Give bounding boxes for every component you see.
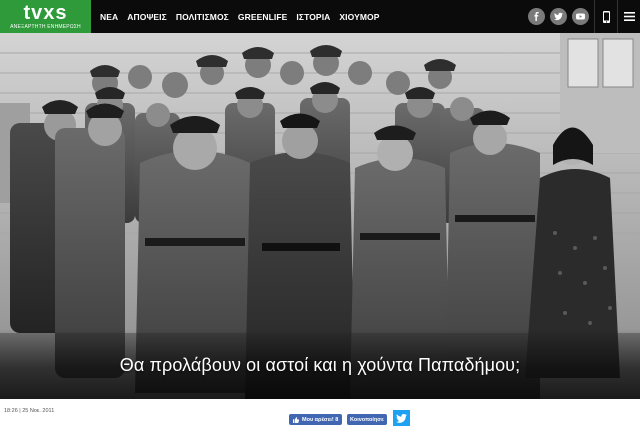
nav-item-opinions[interactable]: ΑΠΟΨΕΙΣ xyxy=(127,12,167,22)
logo-tagline: ΑΝΕΞΑΡΤΗΤΗ ΕΝΗΜΕΡΩΣΗ xyxy=(10,23,81,30)
menu-icon[interactable] xyxy=(622,0,636,33)
article-date: 18:26 | 25 Νοε. 2011 xyxy=(4,408,55,414)
facebook-like-button[interactable]: Μου αρέσει! 8 xyxy=(289,414,343,425)
thumbs-up-icon xyxy=(293,416,299,423)
facebook-share-label: Κοινοποίησε xyxy=(350,416,384,423)
twitter-icon[interactable] xyxy=(550,8,567,25)
header-divider xyxy=(594,0,595,33)
mobile-icon[interactable] xyxy=(599,0,613,33)
youtube-icon[interactable] xyxy=(572,8,589,25)
twitter-share-button[interactable] xyxy=(393,410,410,426)
article-headline[interactable]: Θα προλάβουν οι αστοί και η χούντα Παπαδ… xyxy=(0,355,640,376)
facebook-share-button[interactable]: Κοινοποίησε xyxy=(347,414,387,425)
article-hero[interactable]: Θα προλάβουν οι αστοί και η χούντα Παπαδ… xyxy=(0,33,640,399)
main-nav: ΝΕΑ ΑΠΟΨΕΙΣ ΠΟΛΙΤΙΣΜΟΣ GREENLIFE ΙΣΤΟΡΙΑ… xyxy=(100,12,389,22)
nav-item-humor[interactable]: ΧΙΟΥΜΟΡ xyxy=(339,12,379,22)
facebook-icon[interactable] xyxy=(528,8,545,25)
site-logo[interactable]: tvxs ΑΝΕΞΑΡΤΗΤΗ ΕΝΗΜΕΡΩΣΗ xyxy=(0,0,91,33)
logo-text: tvxs xyxy=(23,1,68,24)
nav-item-news[interactable]: ΝΕΑ xyxy=(100,12,118,22)
nav-item-history[interactable]: ΙΣΤΟΡΙΑ xyxy=(296,12,330,22)
site-header: tvxs ΑΝΕΞΑΡΤΗΤΗ ΕΝΗΜΕΡΩΣΗ ΝΕΑ ΑΠΟΨΕΙΣ ΠΟ… xyxy=(0,0,640,33)
nav-item-culture[interactable]: ΠΟΛΙΤΙΣΜΟΣ xyxy=(176,12,229,22)
nav-item-greenlife[interactable]: GREENLIFE xyxy=(238,12,288,22)
twitter-icon xyxy=(396,413,407,423)
header-divider xyxy=(617,0,618,33)
facebook-like-label: Μου αρέσει! 8 xyxy=(302,416,339,423)
header-social xyxy=(528,0,640,33)
article-meta-bar: 18:26 | 25 Νοε. 2011 Μου αρέσει! 8 Κοινο… xyxy=(0,399,640,434)
